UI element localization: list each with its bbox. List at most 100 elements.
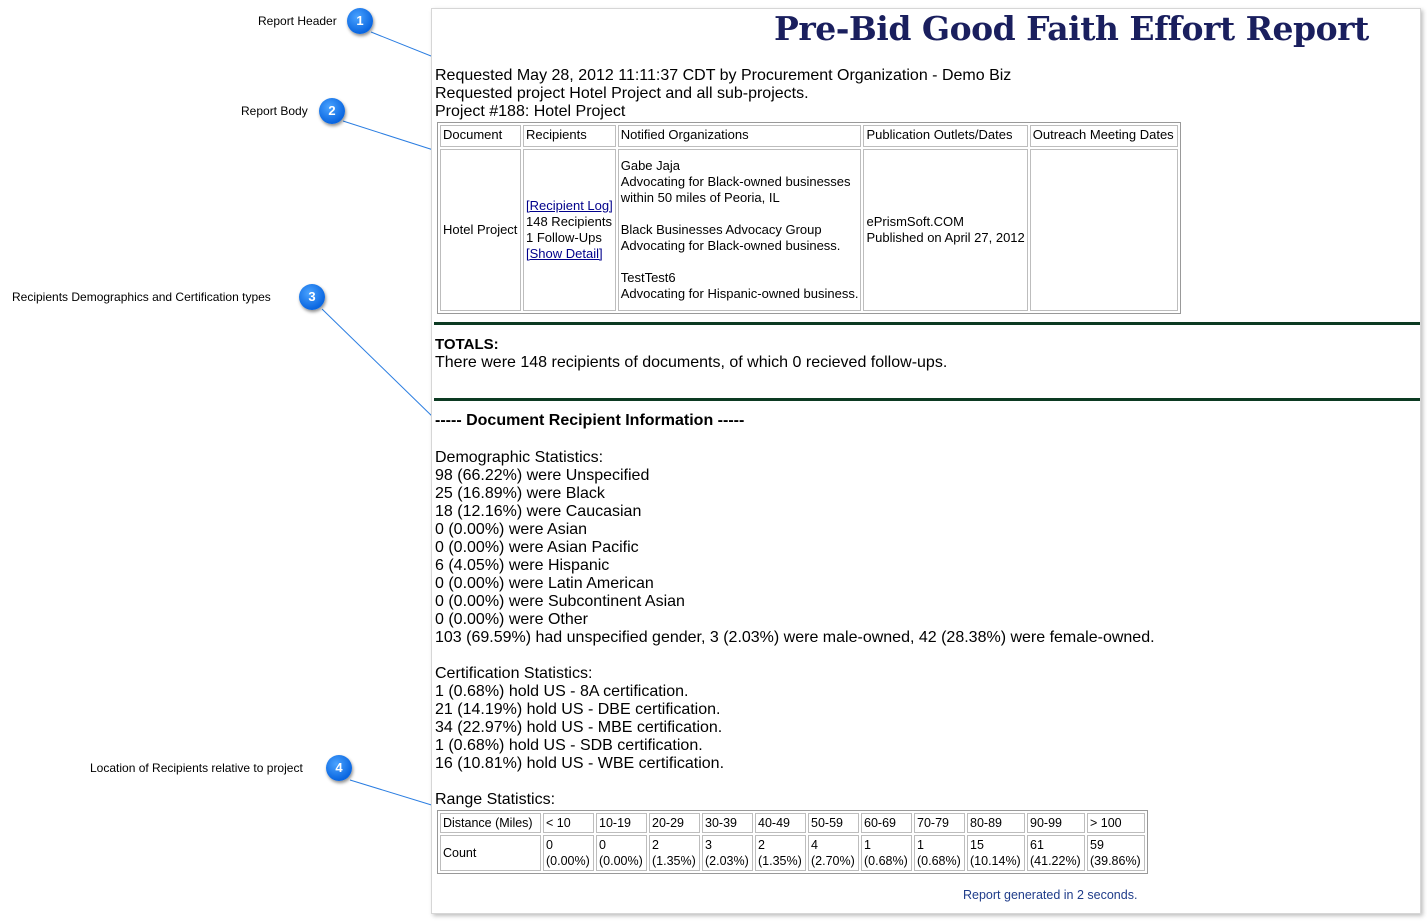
demographic-stat: 0 (0.00%) were Subcontinent Asian: [435, 593, 685, 610]
range-bucket: 90-99: [1027, 813, 1085, 833]
range-percent: (10.14%): [970, 854, 1021, 868]
report-title: Pre-Bid Good Faith Effort Report: [774, 9, 1369, 48]
range-count-cell: 0 (0.00%): [543, 835, 594, 871]
leader-line-3: [321, 308, 437, 421]
divider-rule-top: [434, 322, 1420, 325]
callout-badge-2: 2: [319, 98, 345, 124]
header-notified-organizations: Notified Organizations: [617, 125, 862, 147]
demographic-stat: 0 (0.00%) were Latin American: [435, 575, 654, 592]
recipient-log-link[interactable]: [Recipient Log]: [526, 198, 613, 213]
requested-line: Requested May 28, 2012 11:11:37 CDT by P…: [435, 67, 1012, 84]
range-percent: (0.00%): [599, 854, 643, 868]
range-count-cell: 59 (39.86%): [1087, 835, 1145, 871]
range-count-cell: 3 (2.03%): [702, 835, 753, 871]
header-document: Document: [440, 125, 521, 147]
project-table-header-row: Document Recipients Notified Organizatio…: [440, 125, 1178, 147]
certification-stat: 34 (22.97%) hold US - MBE certification.: [435, 719, 723, 736]
range-count-row: Count 0 (0.00%) 0 (0.00%) 2 (1.35%) 3 (2.03%…: [440, 835, 1145, 871]
range-count-cell: 0 (0.00%): [596, 835, 647, 871]
range-count: 4: [811, 838, 818, 852]
publication-date: Published on April 27, 2012: [866, 230, 1025, 245]
range-percent: (2.70%): [811, 854, 855, 868]
header-publication-outlets: Publication Outlets/Dates: [863, 125, 1028, 147]
cell-notified-organizations: Gabe Jaja Advocating for Black-owned bus…: [617, 149, 862, 311]
range-row-label-distance: Distance (Miles): [440, 813, 541, 833]
range-count-cell: 15 (10.14%): [967, 835, 1025, 871]
project-table: Document Recipients Notified Organizatio…: [437, 122, 1181, 314]
header-outreach-meeting-dates: Outreach Meeting Dates: [1029, 125, 1178, 147]
range-count-cell: 1 (0.68%): [914, 835, 965, 871]
range-statistics-table: Distance (Miles) < 10 10-19 20-29 30-39 …: [437, 810, 1148, 874]
gender-stat: 103 (69.59%) had unspecified gender, 3 (…: [435, 629, 1155, 646]
callout-badge-4: 4: [326, 755, 352, 781]
range-count: 0: [599, 838, 606, 852]
totals-section: TOTALS: There were 148 recipients of doc…: [435, 336, 947, 372]
cell-recipients: [Recipient Log] 148 Recipients 1 Follow-…: [523, 149, 616, 311]
org1-name: Gabe Jaja: [620, 158, 680, 173]
totals-heading: TOTALS:: [435, 336, 499, 353]
range-count: 1: [917, 838, 924, 852]
demographic-stat: 0 (0.00%) were Other: [435, 611, 588, 628]
divider-rule-bottom: [434, 398, 1420, 401]
callout-badge-1: 1: [347, 8, 373, 34]
totals-text: There were 148 recipients of documents, …: [435, 354, 948, 371]
range-distance-row: Distance (Miles) < 10 10-19 20-29 30-39 …: [440, 813, 1145, 833]
report-generated-time: Report generated in 2 seconds.: [963, 888, 1138, 902]
range-count: 0: [546, 838, 553, 852]
follow-ups-count: 1 Follow-Ups: [526, 230, 602, 245]
demographic-stat: 0 (0.00%) were Asian: [435, 521, 588, 538]
recipient-info-heading: ----- Document Recipient Information ---…: [435, 412, 745, 429]
range-count-cell: 1 (0.68%): [861, 835, 912, 871]
org2-description: Advocating for Black-owned business.: [620, 238, 841, 253]
callout-label-location: Location of Recipients relative to proje…: [90, 761, 303, 775]
range-row-label-count: Count: [440, 835, 541, 871]
certification-stat: 1 (0.68%) hold US - 8A certification.: [435, 683, 689, 700]
range-count: 3: [705, 838, 712, 852]
project-line: Project #188: Hotel Project: [435, 103, 626, 120]
statistics-section: Demographic Statistics: 98 (66.22%) were…: [435, 449, 1155, 809]
range-count-cell: 2 (1.35%): [755, 835, 806, 871]
range-percent: (2.03%): [705, 854, 749, 868]
org2-name: Black Businesses Advocacy Group: [620, 222, 822, 237]
certification-heading: Certification Statistics:: [435, 665, 593, 682]
show-detail-link[interactable]: [Show Detail]: [526, 246, 603, 261]
range-bucket: 60-69: [861, 813, 912, 833]
callout-label-report-header: Report Header: [258, 14, 337, 28]
range-bucket: < 10: [543, 813, 594, 833]
cell-publication-outlets: ePrismSoft.COM Published on April 27, 20…: [863, 149, 1028, 311]
report-panel: Pre-Bid Good Faith Effort Report Request…: [431, 8, 1421, 914]
range-count: 1: [864, 838, 871, 852]
org3-description: Advocating for Hispanic-owned business.: [620, 286, 859, 301]
range-bucket: 20-29: [649, 813, 700, 833]
range-percent: (0.00%): [546, 854, 590, 868]
range-count: 15: [970, 838, 984, 852]
certification-stat: 21 (14.19%) hold US - DBE certification.: [435, 701, 721, 718]
project-scope-line: Requested project Hotel Project and all …: [435, 85, 809, 102]
range-count: 61: [1030, 838, 1044, 852]
leader-line-4: [349, 779, 439, 808]
range-bucket: 40-49: [755, 813, 806, 833]
demographic-stat: 98 (66.22%) were Unspecified: [435, 467, 650, 484]
range-heading: Range Statistics:: [435, 791, 556, 808]
range-percent: (39.86%): [1090, 854, 1141, 868]
range-percent: (0.68%): [917, 854, 961, 868]
range-count-cell: 61 (41.22%): [1027, 835, 1085, 871]
demographic-heading: Demographic Statistics:: [435, 449, 604, 466]
range-percent: (1.35%): [652, 854, 696, 868]
range-count: 59: [1090, 838, 1104, 852]
range-bucket: 30-39: [702, 813, 753, 833]
demographic-stat: 0 (0.00%) were Asian Pacific: [435, 539, 639, 556]
org1-description-b: within 50 miles of Peoria, IL: [620, 190, 780, 205]
cell-outreach-meeting-dates: [1029, 149, 1178, 311]
range-bucket: > 100: [1087, 813, 1145, 833]
demographic-stat: 18 (12.16%) were Caucasian: [435, 503, 642, 520]
org3-name: TestTest6: [620, 270, 676, 285]
range-percent: (41.22%): [1030, 854, 1081, 868]
org1-description-a: Advocating for Black-owned businesses: [620, 174, 851, 189]
certification-stat: 1 (0.68%) hold US - SDB certification.: [435, 737, 703, 754]
range-percent: (1.35%): [758, 854, 802, 868]
range-bucket: 50-59: [808, 813, 859, 833]
range-count: 2: [652, 838, 659, 852]
certification-stat: 16 (10.81%) hold US - WBE certification.: [435, 755, 725, 772]
range-count-cell: 4 (2.70%): [808, 835, 859, 871]
